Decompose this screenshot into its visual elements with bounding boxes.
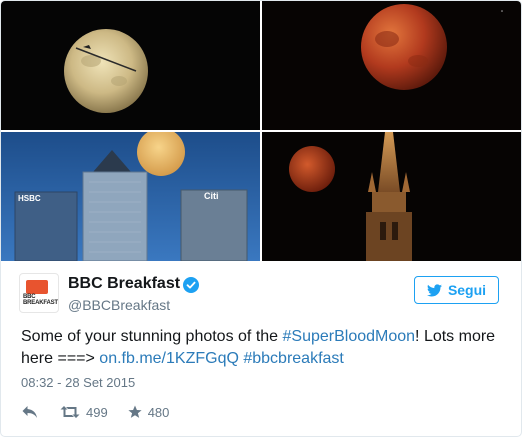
citi-sign: Citi bbox=[204, 191, 219, 201]
hsbc-sign: HSBC bbox=[18, 194, 41, 203]
avatar[interactable]: BBC BREAKFAST bbox=[19, 273, 59, 313]
follow-label: Segui bbox=[447, 282, 487, 298]
retweet-button[interactable]: 499 bbox=[60, 405, 108, 420]
retweet-count: 499 bbox=[86, 404, 108, 420]
reply-button[interactable] bbox=[21, 405, 38, 419]
timestamp[interactable]: 08:32 - 28 Set 2015 bbox=[21, 375, 135, 390]
photo-grid: HSBC Citi bbox=[1, 1, 521, 261]
verified-badge-icon bbox=[183, 277, 199, 293]
external-link[interactable]: on.fb.me/1KZFGqQ bbox=[99, 350, 239, 367]
reply-icon bbox=[22, 406, 37, 418]
display-name[interactable]: BBC Breakfast bbox=[68, 275, 180, 293]
star-icon bbox=[128, 405, 142, 418]
bbc-logo-icon bbox=[26, 280, 48, 294]
like-count: 480 bbox=[147, 404, 170, 420]
action-bar: 499 480 bbox=[21, 402, 189, 422]
tweet-card: HSBC Citi BBC BREAKFAST BBC Breakfast @B… bbox=[0, 0, 522, 437]
twitter-bird-icon bbox=[426, 283, 442, 296]
like-button[interactable]: 480 bbox=[128, 404, 170, 420]
photo-full-moon[interactable] bbox=[1, 1, 260, 130]
avatar-label: BBC BREAKFAST bbox=[23, 294, 58, 306]
hashtag-bbcbreakfast-link[interactable]: #bbcbreakfast bbox=[243, 350, 344, 367]
photo-moon-skyline[interactable]: HSBC Citi bbox=[1, 132, 260, 261]
tweet-text: Some of your stunning photos of the #Sup… bbox=[21, 326, 511, 370]
hashtag-superbloodmoon-link[interactable]: #SuperBloodMoon bbox=[283, 328, 416, 345]
follow-button[interactable]: Segui bbox=[414, 276, 499, 304]
photo-blood-moon-spire[interactable] bbox=[262, 132, 521, 261]
tweet-text-intro: Some of your stunning photos of the bbox=[21, 328, 283, 345]
retweet-icon bbox=[60, 406, 80, 418]
photo-blood-moon[interactable] bbox=[262, 1, 521, 130]
user-handle[interactable]: @BBCBreakfast bbox=[68, 297, 170, 313]
